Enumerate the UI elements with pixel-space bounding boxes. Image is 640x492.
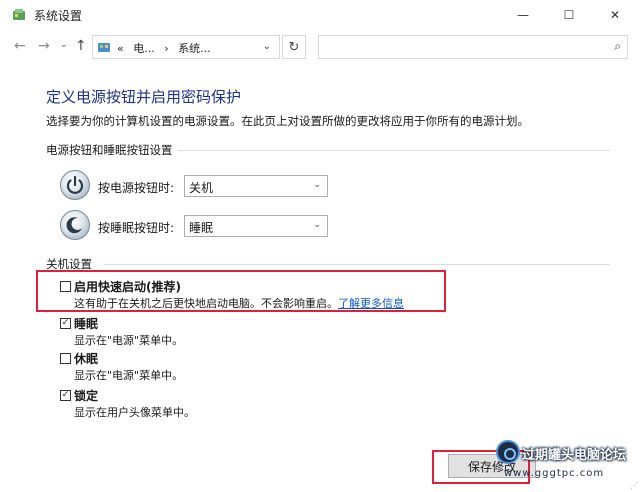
hibernate-checkbox[interactable]: [60, 353, 71, 364]
maximize-button[interactable]: ☐: [546, 0, 592, 30]
lock-option-description: 显示在用户头像菜单中。: [74, 406, 195, 419]
section-divider: [104, 264, 610, 265]
sleep-button-action-value: 睡眠: [189, 221, 214, 235]
power-button-action-value: 关机: [189, 181, 214, 195]
power-button-action-select[interactable]: 关机 ⌄: [184, 175, 328, 197]
up-arrow-icon[interactable]: ↑: [75, 38, 87, 54]
power-button-icon: [60, 170, 90, 200]
address-dropdown-icon[interactable]: ⌄: [263, 41, 271, 52]
sleep-button-icon: [60, 210, 90, 240]
lock-option-label[interactable]: 锁定: [74, 387, 98, 404]
forward-arrow-icon[interactable]: →: [38, 38, 50, 54]
section-title-power-buttons: 电源按钮和睡眠按钮设置: [46, 143, 173, 157]
chevron-down-icon: ⌄: [313, 220, 321, 230]
watermark-text: 过期罐头电脑论坛: [522, 448, 627, 463]
breadcrumb-item-power[interactable]: 电...: [133, 42, 155, 55]
watermark: 过期罐头电脑论坛 www.gggtpc.com: [496, 438, 626, 486]
search-icon[interactable]: ⌕: [614, 39, 621, 54]
sleep-checkbox[interactable]: ✓: [60, 318, 71, 329]
minimize-button[interactable]: —: [500, 0, 546, 30]
close-button[interactable]: ✕: [592, 0, 638, 30]
breadcrumb: « 电... › 系统...: [117, 40, 217, 56]
breadcrumb-separator-icon: ›: [164, 42, 169, 55]
chevron-down-icon: ⌄: [313, 180, 321, 190]
control-panel-icon: [13, 9, 25, 20]
refresh-button[interactable]: ↻: [282, 35, 306, 59]
hibernate-option-description: 显示在"电源"菜单中。: [74, 369, 184, 382]
address-bar[interactable]: « 电... › 系统... ⌄: [92, 35, 280, 59]
lock-checkbox[interactable]: ✓: [60, 390, 71, 401]
breadcrumb-item-system[interactable]: 系统...: [178, 42, 211, 55]
recent-locations-chevron-icon[interactable]: ⌄: [60, 40, 68, 50]
back-arrow-icon[interactable]: ←: [14, 38, 26, 54]
watermark-url: www.gggtpc.com: [504, 468, 605, 479]
sleep-button-label: 按睡眠按钮时:: [98, 221, 175, 235]
section-divider: [178, 150, 610, 151]
sleep-option-label[interactable]: 睡眠: [74, 315, 98, 332]
window-title: 系统设置: [34, 9, 83, 23]
breadcrumb-overflow[interactable]: «: [117, 42, 124, 55]
watermark-logo-icon: [496, 440, 520, 464]
sleep-option-description: 显示在"电源"菜单中。: [74, 334, 184, 347]
power-button-label: 按电源按钮时:: [98, 181, 175, 195]
navigation-bar: ← → ⌄ ↑ « 电... › 系统... ⌄ ↻ ⌕: [0, 30, 640, 64]
search-input[interactable]: ⌕: [318, 35, 628, 59]
page-description: 选择要为你的计算机设置的电源设置。在此页上对设置所做的更改将应用于你所有的电源计…: [46, 114, 529, 128]
control-panel-icon: [98, 43, 110, 52]
hibernate-option-label[interactable]: 休眠: [74, 350, 98, 367]
title-bar: 系统设置 — ☐ ✕: [0, 0, 640, 30]
sleep-button-action-select[interactable]: 睡眠 ⌄: [184, 215, 328, 237]
page-title: 定义电源按钮并启用密码保护: [46, 88, 242, 106]
resize-grip-icon[interactable]: ⋰: [630, 481, 638, 490]
highlight-box-fast-startup: [36, 270, 446, 312]
